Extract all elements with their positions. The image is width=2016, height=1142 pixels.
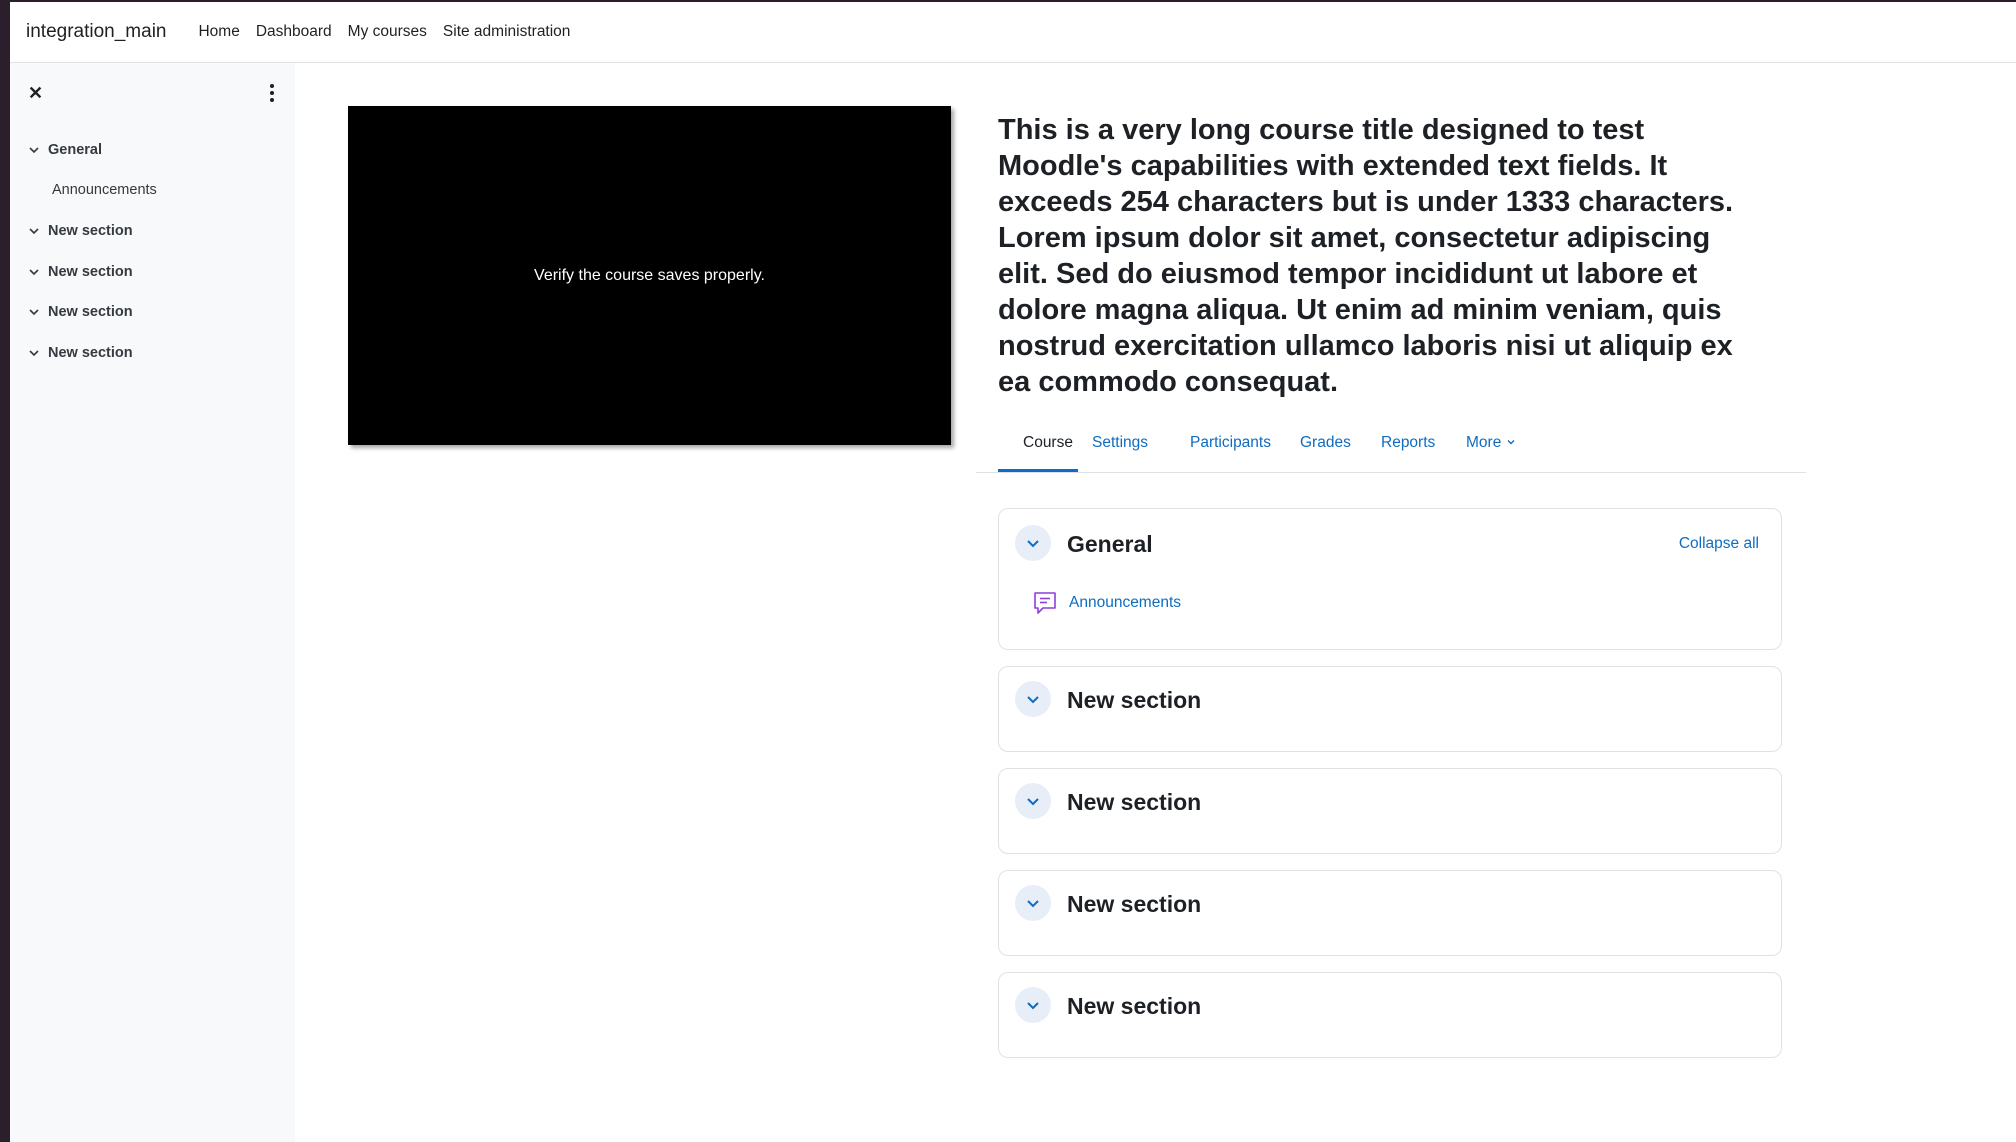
drawer-item-new-section[interactable]: New section [28, 304, 133, 320]
chevron-down-icon [1027, 540, 1039, 548]
chevron-down-icon [1027, 1002, 1039, 1010]
course-image: Verify the course saves properly. [348, 106, 951, 445]
section-toggle[interactable] [1015, 681, 1051, 717]
activity-label: Announcements [1069, 594, 1182, 611]
drawer-item-new-section[interactable]: New section [28, 223, 133, 239]
more-options-icon[interactable] [265, 83, 279, 103]
site-name[interactable]: integration_main [26, 21, 166, 43]
nav-home[interactable]: Home [198, 23, 239, 41]
tab-more[interactable]: More [1466, 434, 1516, 452]
chevron-down-icon [1027, 900, 1039, 908]
chevron-down-icon [1027, 798, 1039, 806]
drawer-item-new-section[interactable]: New section [28, 264, 133, 280]
section-toggle[interactable] [1015, 525, 1051, 561]
forum-icon [1034, 592, 1056, 614]
chevron-down-icon [1507, 440, 1515, 445]
section-toggle[interactable] [1015, 783, 1051, 819]
drawer-item-label: General [48, 142, 102, 158]
section-title: New section [1067, 687, 1202, 713]
course-index-drawer: ✕ General Announcements New section New … [10, 63, 295, 1142]
section-toggle[interactable] [1015, 987, 1051, 1023]
close-icon[interactable]: ✕ [28, 83, 43, 104]
drawer-item-label: New section [48, 345, 133, 361]
section-title: New section [1067, 993, 1202, 1019]
active-tab-indicator [998, 469, 1078, 472]
tab-settings[interactable]: Settings [1092, 434, 1148, 452]
drawer-item-general[interactable]: General [28, 142, 102, 158]
drawer-item-label: New section [48, 264, 133, 280]
chevron-down-icon [29, 228, 39, 235]
section-general: General Collapse all Announcements [998, 508, 1782, 650]
section-title: New section [1067, 891, 1202, 917]
chevron-down-icon [29, 269, 39, 276]
drawer-item-label: New section [48, 304, 133, 320]
section-new-section: New section [998, 666, 1782, 752]
section-title: General [1067, 531, 1153, 557]
chevron-down-icon [29, 350, 39, 357]
section-new-section: New section [998, 870, 1782, 956]
nav-my-courses[interactable]: My courses [348, 23, 427, 41]
tab-reports[interactable]: Reports [1381, 434, 1435, 452]
drawer-item-new-section[interactable]: New section [28, 345, 133, 361]
nav-dashboard[interactable]: Dashboard [256, 23, 332, 41]
page-title: This is a very long course title designe… [998, 114, 1734, 398]
section-new-section: New section [998, 768, 1782, 854]
collapse-all-link[interactable]: Collapse all [1679, 535, 1759, 553]
app-window: integration_main Home Dashboard My cours… [10, 2, 2016, 1142]
section-toggle[interactable] [1015, 885, 1051, 921]
top-navbar: integration_main Home Dashboard My cours… [10, 2, 2016, 63]
section-title: New section [1067, 789, 1202, 815]
tab-course[interactable]: Course [1023, 434, 1073, 452]
course-image-text: Verify the course saves properly. [534, 266, 765, 284]
secondary-navigation: Course Settings Participants Grades Repo… [976, 422, 1806, 473]
chevron-down-icon [29, 309, 39, 316]
chevron-down-icon [29, 147, 39, 154]
tab-participants[interactable]: Participants [1190, 434, 1271, 452]
activity-announcements[interactable]: Announcements [1031, 589, 1181, 617]
nav-site-administration[interactable]: Site administration [443, 23, 571, 41]
tab-more-label: More [1466, 434, 1502, 451]
tab-grades[interactable]: Grades [1300, 434, 1351, 452]
drawer-item-announcements[interactable]: Announcements [52, 182, 157, 198]
chevron-down-icon [1027, 696, 1039, 704]
drawer-item-label: New section [48, 223, 133, 239]
section-new-section: New section [998, 972, 1782, 1058]
